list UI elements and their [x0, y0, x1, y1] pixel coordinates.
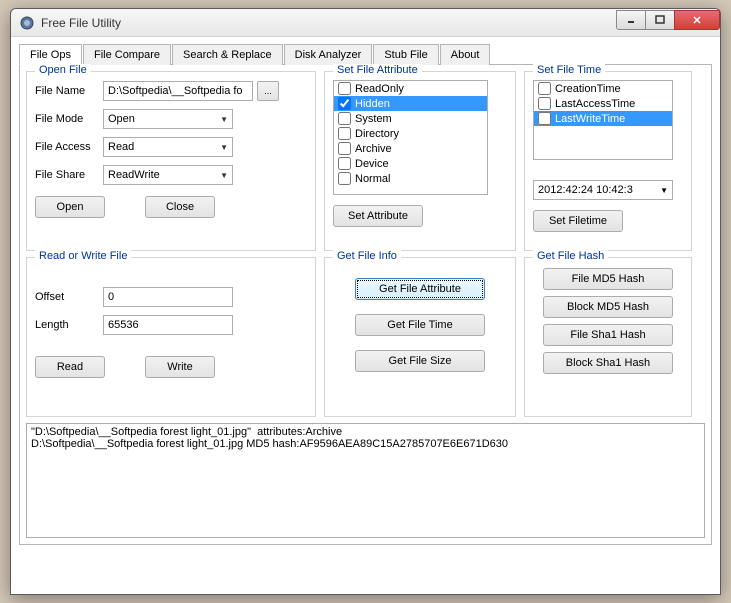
set-attribute-group: Set File Attribute ReadOnly Hidden Syste…: [324, 71, 516, 251]
attr-item-system[interactable]: System: [334, 111, 487, 126]
time-item-creation[interactable]: CreationTime: [534, 81, 672, 96]
attr-checkbox[interactable]: [338, 127, 351, 140]
datetime-picker[interactable]: 2012:42:24 10:42:3▼: [533, 180, 673, 200]
time-item-lastaccess[interactable]: LastAccessTime: [534, 96, 672, 111]
attribute-list[interactable]: ReadOnly Hidden System Directory Archive…: [333, 80, 488, 195]
open-file-legend: Open File: [35, 64, 91, 76]
attr-item-readonly[interactable]: ReadOnly: [334, 81, 487, 96]
attr-item-archive[interactable]: Archive: [334, 141, 487, 156]
file-mode-label: File Mode: [35, 113, 103, 125]
time-list[interactable]: CreationTime LastAccessTime LastWriteTim…: [533, 80, 673, 160]
get-hash-group: Get File Hash File MD5 Hash Block MD5 Ha…: [524, 257, 692, 417]
set-filetime-button[interactable]: Set Filetime: [533, 210, 623, 232]
set-attribute-button[interactable]: Set Attribute: [333, 205, 423, 227]
attr-item-directory[interactable]: Directory: [334, 126, 487, 141]
tab-file-ops[interactable]: File Ops: [19, 44, 82, 65]
titlebar[interactable]: Free File Utility: [11, 9, 720, 37]
get-info-legend: Get File Info: [333, 250, 401, 262]
tab-file-compare[interactable]: File Compare: [83, 44, 171, 65]
get-time-button[interactable]: Get File Time: [355, 314, 485, 336]
attr-checkbox[interactable]: [338, 97, 351, 110]
attr-checkbox[interactable]: [338, 142, 351, 155]
block-md5-button[interactable]: Block MD5 Hash: [543, 296, 673, 318]
file-mode-combo[interactable]: Open▼: [103, 109, 233, 129]
tab-disk-analyzer[interactable]: Disk Analyzer: [284, 44, 373, 65]
attr-item-normal[interactable]: Normal: [334, 171, 487, 186]
block-sha1-button[interactable]: Block Sha1 Hash: [543, 352, 673, 374]
close-file-button[interactable]: Close: [145, 196, 215, 218]
file-sha1-button[interactable]: File Sha1 Hash: [543, 324, 673, 346]
chevron-down-icon: ▼: [660, 186, 668, 195]
attr-checkbox[interactable]: [338, 172, 351, 185]
read-write-legend: Read or Write File: [35, 250, 131, 262]
chevron-down-icon: ▼: [220, 143, 228, 152]
open-file-group: Open File File Name ... File Mode Open▼ …: [26, 71, 316, 251]
time-checkbox[interactable]: [538, 97, 551, 110]
set-time-group: Set File Time CreationTime LastAccessTim…: [524, 71, 692, 251]
offset-label: Offset: [35, 291, 103, 303]
attr-checkbox[interactable]: [338, 82, 351, 95]
window-title: Free File Utility: [41, 16, 617, 30]
attr-checkbox[interactable]: [338, 157, 351, 170]
file-share-combo[interactable]: ReadWrite▼: [103, 165, 233, 185]
time-checkbox[interactable]: [538, 112, 551, 125]
attr-item-hidden[interactable]: Hidden: [334, 96, 487, 111]
tab-about[interactable]: About: [440, 44, 491, 65]
minimize-button[interactable]: [616, 10, 646, 30]
tab-search-replace[interactable]: Search & Replace: [172, 44, 283, 65]
tab-stub-file[interactable]: Stub File: [373, 44, 438, 65]
file-name-label: File Name: [35, 85, 103, 97]
attr-item-device[interactable]: Device: [334, 156, 487, 171]
close-button[interactable]: [674, 10, 720, 30]
write-button[interactable]: Write: [145, 356, 215, 378]
get-hash-legend: Get File Hash: [533, 250, 608, 262]
set-time-legend: Set File Time: [533, 64, 605, 76]
maximize-button[interactable]: [645, 10, 675, 30]
output-textarea[interactable]: "D:\Softpedia\__Softpedia forest light_0…: [26, 423, 705, 538]
chevron-down-icon: ▼: [220, 171, 228, 180]
get-size-button[interactable]: Get File Size: [355, 350, 485, 372]
read-write-group: Read or Write File Offset Length Read Wr…: [26, 257, 316, 417]
time-checkbox[interactable]: [538, 82, 551, 95]
get-attribute-button[interactable]: Get File Attribute: [355, 278, 485, 300]
app-icon: [19, 15, 35, 31]
browse-button[interactable]: ...: [257, 81, 279, 101]
file-name-input[interactable]: [103, 81, 253, 101]
length-label: Length: [35, 319, 103, 331]
file-access-combo[interactable]: Read▼: [103, 137, 233, 157]
file-access-label: File Access: [35, 141, 103, 153]
length-input[interactable]: [103, 315, 233, 335]
time-item-lastwrite[interactable]: LastWriteTime: [534, 111, 672, 126]
read-button[interactable]: Read: [35, 356, 105, 378]
file-share-label: File Share: [35, 169, 103, 181]
app-window: Free File Utility File Ops File Compare …: [10, 8, 721, 595]
open-button[interactable]: Open: [35, 196, 105, 218]
offset-input[interactable]: [103, 287, 233, 307]
set-attribute-legend: Set File Attribute: [333, 64, 422, 76]
tab-strip: File Ops File Compare Search & Replace D…: [19, 43, 712, 65]
attr-checkbox[interactable]: [338, 112, 351, 125]
get-info-group: Get File Info Get File Attribute Get Fil…: [324, 257, 516, 417]
file-md5-button[interactable]: File MD5 Hash: [543, 268, 673, 290]
chevron-down-icon: ▼: [220, 115, 228, 124]
